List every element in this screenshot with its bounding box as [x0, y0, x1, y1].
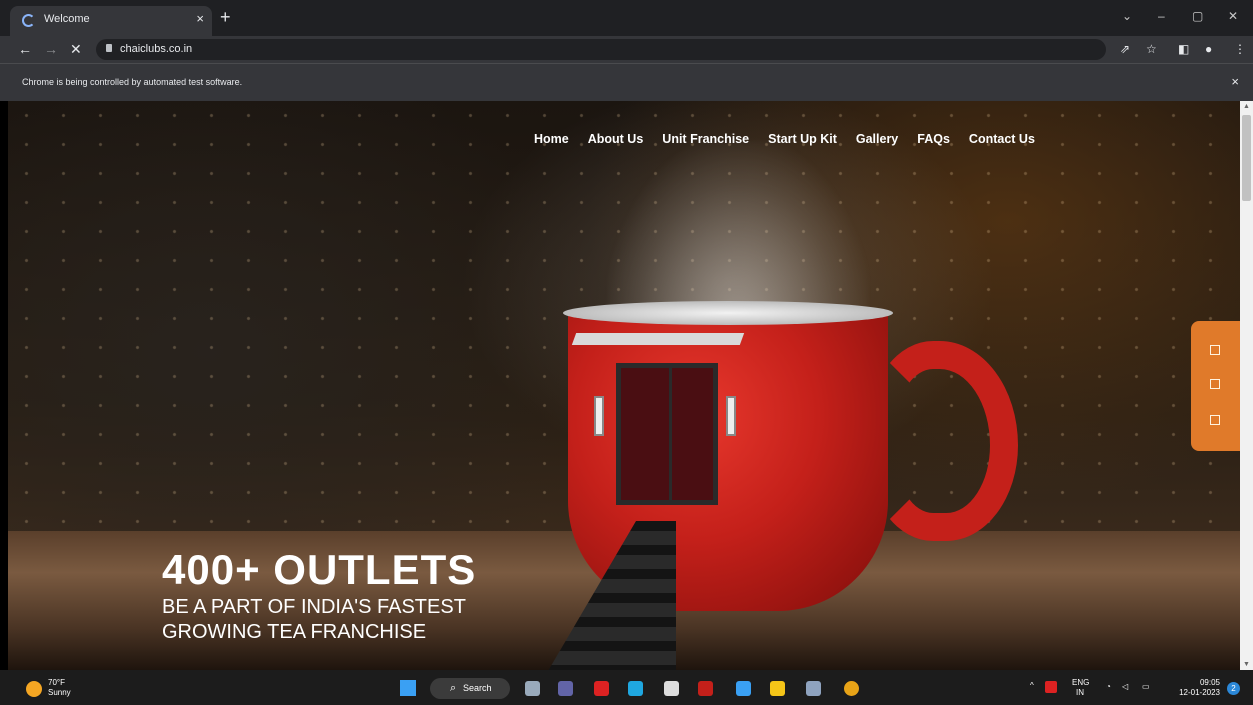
- start-button[interactable]: [400, 680, 416, 696]
- back-button[interactable]: ←: [18, 40, 32, 58]
- battery-icon[interactable]: ▭: [1142, 682, 1150, 692]
- lang-line-2: IN: [1076, 688, 1084, 697]
- share-icon[interactable]: ⇗: [1120, 41, 1130, 57]
- search-label: Search: [463, 683, 492, 693]
- tab-title: Welcome: [44, 13, 90, 25]
- mcafee-icon[interactable]: [594, 681, 609, 696]
- page-scrollbar[interactable]: ▲ ▼: [1240, 101, 1253, 670]
- app-icon-2[interactable]: [806, 681, 821, 696]
- side-panel-icon[interactable]: ◧: [1178, 41, 1189, 57]
- nav-unit-franchise[interactable]: Unit Franchise: [662, 131, 749, 147]
- right-lamp-image: [726, 396, 736, 436]
- address-bar[interactable]: chaiclubs.co.in: [96, 39, 1106, 60]
- infobar-close-icon[interactable]: ×: [1231, 74, 1239, 89]
- volume-icon[interactable]: ◁: [1122, 682, 1128, 692]
- scroll-thumb[interactable]: [1242, 115, 1251, 201]
- hero-subheadline-line-1: BE A PART OF INDIA'S FASTEST: [162, 596, 466, 618]
- minimize-button[interactable]: –: [1158, 8, 1165, 24]
- new-tab-button[interactable]: +: [220, 8, 231, 26]
- weather-widget[interactable]: 70°F Sunny: [48, 678, 71, 698]
- clock-time: 09:05: [1199, 678, 1220, 687]
- nav-start-up-kit[interactable]: Start Up Kit: [768, 131, 837, 147]
- wps-office-icon[interactable]: [698, 681, 713, 696]
- app-icon[interactable]: [736, 681, 751, 696]
- cup-rim-image: [563, 301, 893, 325]
- hero-subheadline: BE A PART OF INDIA'S FASTEST GROWING TEA…: [162, 595, 466, 645]
- loading-spinner-icon: [22, 14, 35, 27]
- nav-faqs[interactable]: FAQs: [917, 131, 950, 147]
- chrome-icon[interactable]: [844, 681, 859, 696]
- profile-icon[interactable]: ●: [1205, 41, 1212, 57]
- cup-door-image: [616, 363, 718, 505]
- page-viewport: Home About Us Unit Franchise Start Up Ki…: [8, 101, 1240, 670]
- nav-home[interactable]: Home: [534, 131, 569, 147]
- main-nav: Home About Us Unit Franchise Start Up Ki…: [534, 131, 1054, 147]
- search-icon: ⌕: [450, 682, 457, 694]
- clock-date: 12-01-2023: [1179, 688, 1220, 697]
- windows-taskbar: 70°F Sunny ⌕ Search ^ ENG IN ◔ ◁ ▭ 09:05…: [0, 670, 1253, 705]
- close-window-button[interactable]: ✕: [1228, 8, 1238, 24]
- door-divider: [669, 368, 672, 500]
- weather-temp: 70°F: [48, 678, 65, 687]
- left-lamp-image: [594, 396, 604, 436]
- tab-strip: Welcome × + ⌄ – ▢ ✕: [0, 0, 1253, 36]
- forward-button[interactable]: →: [44, 40, 58, 58]
- hero-headline: 400+ OUTLETS: [162, 546, 477, 593]
- lock-icon[interactable]: [106, 44, 112, 52]
- browser-toolbar: ← → ✕ chaiclubs.co.in ⇗ ☆ ◧ ● ⋮: [0, 36, 1253, 63]
- nav-contact-us[interactable]: Contact Us: [969, 131, 1035, 147]
- chat-icon[interactable]: [558, 681, 573, 696]
- taskbar-search[interactable]: ⌕ Search: [430, 678, 510, 699]
- language-indicator[interactable]: ENG IN: [1072, 678, 1089, 698]
- tab-welcome[interactable]: Welcome ×: [10, 6, 212, 36]
- automation-infobar: Chrome is being controlled by automated …: [0, 63, 1253, 101]
- side-widget-icon-1[interactable]: [1210, 345, 1220, 355]
- tab-search-icon[interactable]: ⌄: [1122, 8, 1132, 24]
- sun-icon[interactable]: [26, 681, 42, 697]
- side-widget-icon-3[interactable]: [1210, 415, 1220, 425]
- tab-close-icon[interactable]: ×: [196, 11, 204, 27]
- side-widget-icon-2[interactable]: [1210, 379, 1220, 389]
- clock[interactable]: 09:05 12-01-2023: [1172, 678, 1220, 698]
- tray-overflow-icon[interactable]: ^: [1030, 681, 1034, 691]
- file-explorer-icon[interactable]: [770, 681, 785, 696]
- cup-awning-image: [571, 333, 745, 345]
- scroll-down-icon[interactable]: ▼: [1243, 661, 1250, 668]
- scroll-up-icon[interactable]: ▲: [1243, 103, 1250, 110]
- nav-gallery[interactable]: Gallery: [856, 131, 898, 147]
- notification-badge[interactable]: 2: [1227, 682, 1240, 695]
- weather-desc: Sunny: [48, 688, 71, 697]
- wifi-icon[interactable]: ◔: [1106, 682, 1111, 692]
- side-social-widget: [1191, 321, 1240, 451]
- lang-line-1: ENG: [1072, 678, 1090, 687]
- store-icon[interactable]: [664, 681, 679, 696]
- task-view-icon[interactable]: [525, 681, 540, 696]
- edge-icon[interactable]: [628, 681, 643, 696]
- chrome-menu-icon[interactable]: ⋮: [1234, 41, 1246, 57]
- nav-about-us[interactable]: About Us: [588, 131, 644, 147]
- stop-loading-button[interactable]: ✕: [70, 40, 82, 58]
- hero-subheadline-line-2: GROWING TEA FRANCHISE: [162, 621, 427, 643]
- tray-app-icon[interactable]: [1045, 681, 1057, 693]
- restore-button[interactable]: ▢: [1192, 8, 1203, 24]
- infobar-text: Chrome is being controlled by automated …: [22, 77, 243, 87]
- bookmark-star-icon[interactable]: ☆: [1146, 41, 1157, 57]
- url-text[interactable]: chaiclubs.co.in: [120, 43, 192, 55]
